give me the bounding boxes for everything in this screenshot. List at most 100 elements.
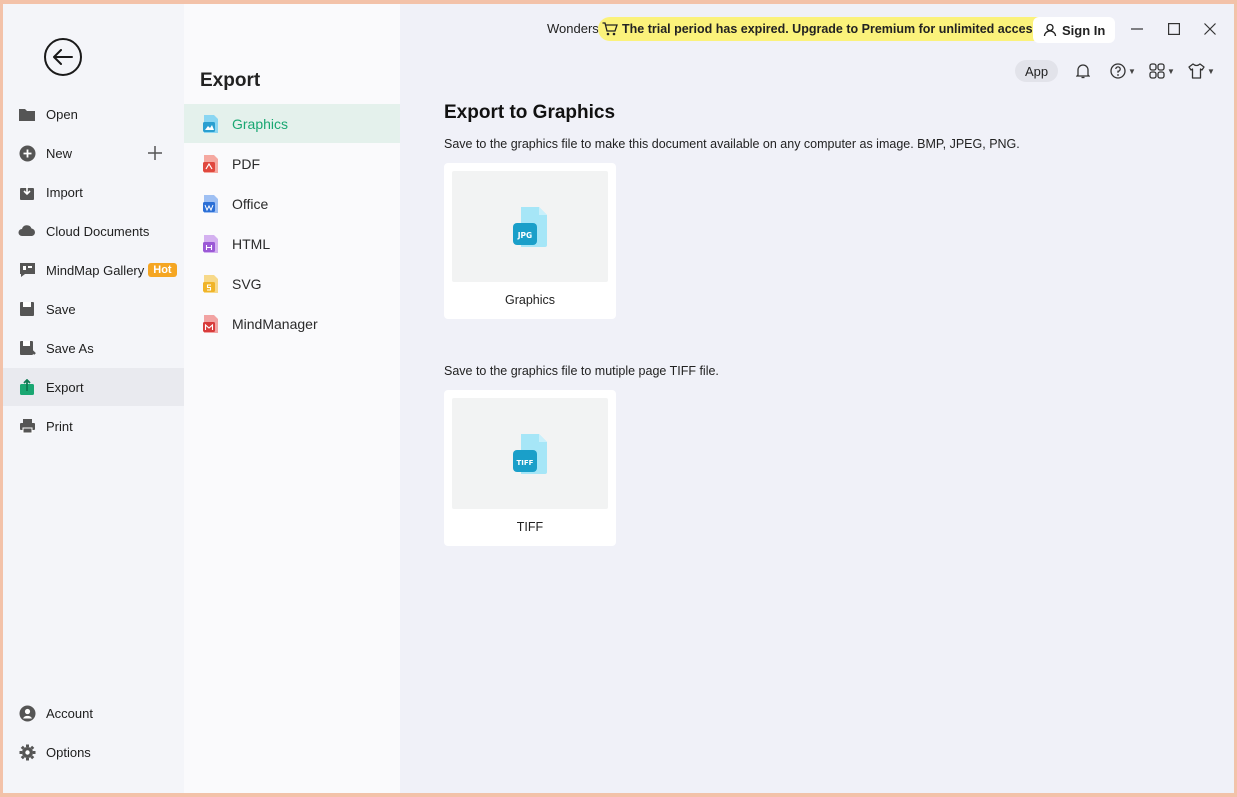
title-bar: Wonders The trial period has expired. Up… bbox=[400, 4, 1234, 54]
chevron-down-icon: ▼ bbox=[1207, 66, 1215, 76]
bell-icon bbox=[1076, 64, 1090, 79]
app-name: Wonders bbox=[547, 21, 599, 36]
chevron-down-icon: ▼ bbox=[1167, 66, 1175, 76]
card-thumbnail: JPG bbox=[452, 171, 608, 282]
format-label: MindManager bbox=[232, 315, 318, 332]
sidebar-item-label: Save As bbox=[46, 340, 94, 356]
file-menu-sidebar: Open New Import Cloud Documents MindMap … bbox=[3, 4, 184, 793]
user-circle-icon bbox=[18, 704, 36, 722]
html-file-icon bbox=[202, 234, 220, 254]
sidebar-item-account[interactable]: Account bbox=[3, 694, 184, 732]
sign-in-button[interactable]: Sign In bbox=[1033, 17, 1116, 43]
card-label: TIFF bbox=[516, 520, 544, 534]
gear-icon bbox=[18, 743, 36, 761]
sidebar-item-open[interactable]: Open bbox=[3, 95, 184, 133]
sidebar-item-label: Open bbox=[46, 106, 78, 122]
sidebar-item-cloud-documents[interactable]: Cloud Documents bbox=[3, 212, 184, 250]
sidebar-item-label: Import bbox=[46, 184, 83, 200]
format-item-pdf[interactable]: PDF bbox=[184, 144, 400, 183]
graphics-file-icon bbox=[202, 114, 220, 134]
sidebar-item-options[interactable]: Options bbox=[3, 733, 184, 771]
new-plus-button[interactable] bbox=[147, 145, 163, 161]
format-item-html[interactable]: HTML bbox=[184, 224, 400, 263]
jpg-badge-text: JPG bbox=[517, 231, 532, 240]
sidebar-item-label: MindMap Gallery bbox=[46, 262, 145, 278]
maximize-button[interactable] bbox=[1165, 20, 1183, 38]
trial-expired-banner[interactable]: The trial period has expired. Upgrade to… bbox=[598, 17, 1053, 41]
jpg-file-icon: JPG bbox=[513, 206, 547, 247]
notifications-button[interactable] bbox=[1076, 62, 1090, 80]
format-label: SVG bbox=[232, 275, 262, 292]
printer-icon bbox=[18, 417, 36, 435]
format-item-graphics[interactable]: Graphics bbox=[184, 104, 400, 143]
close-window-button[interactable] bbox=[1201, 20, 1219, 38]
card-thumbnail: TIFF bbox=[452, 398, 608, 509]
word-file-icon bbox=[202, 194, 220, 214]
maximize-icon bbox=[1168, 23, 1180, 35]
minimize-button[interactable] bbox=[1128, 20, 1146, 38]
trial-banner-text: The trial period has expired. Upgrade to… bbox=[622, 22, 1043, 36]
sidebar-item-print[interactable]: Print bbox=[3, 407, 184, 445]
save-as-icon bbox=[18, 339, 36, 357]
format-item-office[interactable]: Office bbox=[184, 184, 400, 223]
tiff-description: Save to the graphics file to mutiple pag… bbox=[444, 364, 719, 378]
format-label: HTML bbox=[232, 235, 271, 252]
help-button[interactable]: ▼ bbox=[1110, 62, 1136, 80]
graphics-description: Save to the graphics file to make this d… bbox=[444, 137, 1020, 151]
format-label: PDF bbox=[232, 155, 260, 172]
sidebar-item-label: Cloud Documents bbox=[46, 223, 150, 239]
sidebar-item-label: Print bbox=[46, 418, 73, 434]
sidebar-item-export[interactable]: Export bbox=[3, 368, 184, 406]
export-title: Export bbox=[200, 70, 261, 91]
cloud-icon bbox=[18, 222, 36, 240]
gallery-icon bbox=[18, 261, 36, 279]
export-icon bbox=[18, 378, 36, 396]
sidebar-item-label: New bbox=[46, 145, 73, 161]
sidebar-item-label: Account bbox=[46, 705, 93, 721]
tiff-file-icon: TIFF bbox=[513, 433, 547, 474]
hot-badge: Hot bbox=[148, 263, 177, 277]
folder-icon bbox=[18, 105, 36, 123]
user-icon bbox=[1043, 23, 1057, 37]
export-format-list: Export Graphics PDF Office HTML SVG Mind… bbox=[184, 4, 400, 793]
format-label: Office bbox=[232, 195, 269, 212]
import-icon bbox=[18, 183, 36, 201]
plus-circle-icon bbox=[18, 144, 36, 162]
format-label: Graphics bbox=[232, 115, 289, 132]
sidebar-item-label: Options bbox=[46, 744, 91, 760]
sidebar-item-new[interactable]: New bbox=[3, 134, 184, 172]
sidebar-item-label: Save bbox=[46, 301, 76, 317]
format-item-mindmanager[interactable]: MindManager bbox=[184, 304, 400, 343]
main-content: Wonders The trial period has expired. Up… bbox=[400, 4, 1234, 793]
shirt-icon bbox=[1188, 63, 1205, 79]
mindmanager-file-icon bbox=[202, 314, 220, 334]
back-button[interactable] bbox=[44, 38, 82, 76]
format-item-svg[interactable]: SVG bbox=[184, 264, 400, 303]
export-graphics-card[interactable]: JPG Graphics bbox=[444, 163, 616, 319]
pdf-file-icon bbox=[202, 154, 220, 174]
export-tiff-card[interactable]: TIFF TIFF bbox=[444, 390, 616, 546]
card-label: Graphics bbox=[504, 293, 556, 307]
apps-grid-icon bbox=[1149, 63, 1165, 79]
sign-in-label: Sign In bbox=[1062, 22, 1106, 38]
svg-file-icon bbox=[202, 274, 220, 294]
apps-grid-button[interactable]: ▼ bbox=[1149, 62, 1175, 80]
sidebar-item-import[interactable]: Import bbox=[3, 173, 184, 211]
app-window: Open New Import Cloud Documents MindMap … bbox=[3, 4, 1234, 793]
save-icon bbox=[18, 300, 36, 318]
app-button[interactable]: App bbox=[1015, 60, 1059, 82]
tiff-badge-text: TIFF bbox=[517, 459, 534, 467]
sidebar-item-label: Export bbox=[46, 379, 84, 395]
close-icon bbox=[1204, 23, 1216, 35]
sidebar-item-save-as[interactable]: Save As bbox=[3, 329, 184, 367]
plus-icon bbox=[148, 146, 162, 160]
sidebar-item-mindmap-gallery[interactable]: MindMap Gallery Hot bbox=[3, 251, 184, 289]
sidebar-item-save[interactable]: Save bbox=[3, 290, 184, 328]
page-title: Export to Graphics bbox=[444, 102, 616, 123]
cart-icon bbox=[602, 22, 618, 36]
skin-button[interactable]: ▼ bbox=[1188, 62, 1215, 80]
arrow-left-icon bbox=[53, 49, 73, 65]
minimize-icon bbox=[1131, 28, 1143, 30]
help-circle-icon bbox=[1110, 63, 1126, 79]
chevron-down-icon: ▼ bbox=[1128, 66, 1136, 76]
